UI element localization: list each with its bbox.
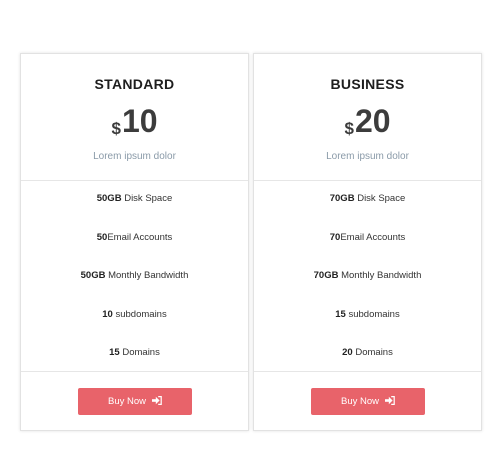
feature-item: 70GB Disk Space [254, 180, 481, 219]
currency-symbol: $ [111, 119, 121, 138]
feature-label: Disk Space [121, 193, 173, 204]
buy-now-label: Buy Now [340, 396, 379, 407]
feature-label: Domains [119, 347, 160, 358]
feature-value: 70GB [329, 193, 355, 204]
feature-label: subdomains [345, 308, 400, 320]
feature-value: 20 [342, 347, 353, 358]
plan-name: BUSINESS [330, 76, 405, 92]
feature-item: 70Email Accounts [254, 219, 481, 258]
feature-item: 50Email Accounts [21, 219, 248, 258]
feature-value: 50GB [96, 193, 122, 204]
feature-list: 50GB Disk Space 50Email Accounts 50GB Mo… [21, 180, 248, 373]
feature-value: 50 [96, 231, 108, 243]
card-footer: Buy Now [254, 371, 481, 432]
feature-value: 15 [335, 308, 346, 320]
feature-list: 70GB Disk Space 70Email Accounts 70GB Mo… [254, 180, 481, 373]
feature-label: Monthly Bandwidth [338, 270, 422, 281]
buy-now-label: Buy Now [107, 396, 146, 407]
pricing-card-standard: STANDARD $10 Lorem ipsum dolor 50GB Disk… [20, 53, 249, 431]
feature-label: Monthly Bandwidth [105, 270, 189, 281]
plan-subtitle: Lorem ipsum dolor [326, 151, 409, 162]
feature-item: 15 subdomains [254, 296, 481, 335]
plan-name: STANDARD [94, 76, 175, 92]
feature-item: 50GB Monthly Bandwidth [21, 257, 248, 296]
plan-price: $20 [254, 105, 481, 137]
buy-now-button[interactable]: Buy Now [311, 388, 425, 415]
price-amount: 20 [354, 103, 391, 139]
sign-in-icon [385, 396, 395, 405]
plan-price: $10 [21, 105, 248, 137]
feature-label: subdomains [112, 308, 167, 320]
feature-value: 70GB [313, 270, 339, 281]
feature-item: 70GB Monthly Bandwidth [254, 257, 481, 296]
feature-label: Disk Space [354, 193, 406, 204]
sign-in-icon [152, 396, 162, 405]
feature-item: 50GB Disk Space [21, 180, 248, 219]
feature-value: 50GB [80, 270, 106, 281]
buy-now-button[interactable]: Buy Now [78, 388, 192, 415]
feature-label: Email Accounts [340, 231, 406, 243]
feature-item: 15 Domains [21, 334, 248, 373]
pricing-plans: STANDARD $10 Lorem ipsum dolor 50GB Disk… [0, 0, 500, 472]
feature-value: 10 [102, 308, 113, 320]
feature-value: 70 [329, 231, 341, 243]
feature-item: 10 subdomains [21, 296, 248, 335]
feature-value: 15 [109, 347, 120, 358]
card-header: STANDARD $10 Lorem ipsum dolor [21, 54, 248, 181]
currency-symbol: $ [344, 119, 354, 138]
feature-label: Domains [352, 347, 393, 358]
feature-item: 20 Domains [254, 334, 481, 373]
pricing-card-business: BUSINESS $20 Lorem ipsum dolor 70GB Disk… [253, 53, 482, 431]
price-amount: 10 [121, 103, 158, 139]
plan-subtitle: Lorem ipsum dolor [93, 151, 176, 162]
feature-label: Email Accounts [107, 231, 173, 243]
card-header: BUSINESS $20 Lorem ipsum dolor [254, 54, 481, 181]
card-footer: Buy Now [21, 371, 248, 432]
